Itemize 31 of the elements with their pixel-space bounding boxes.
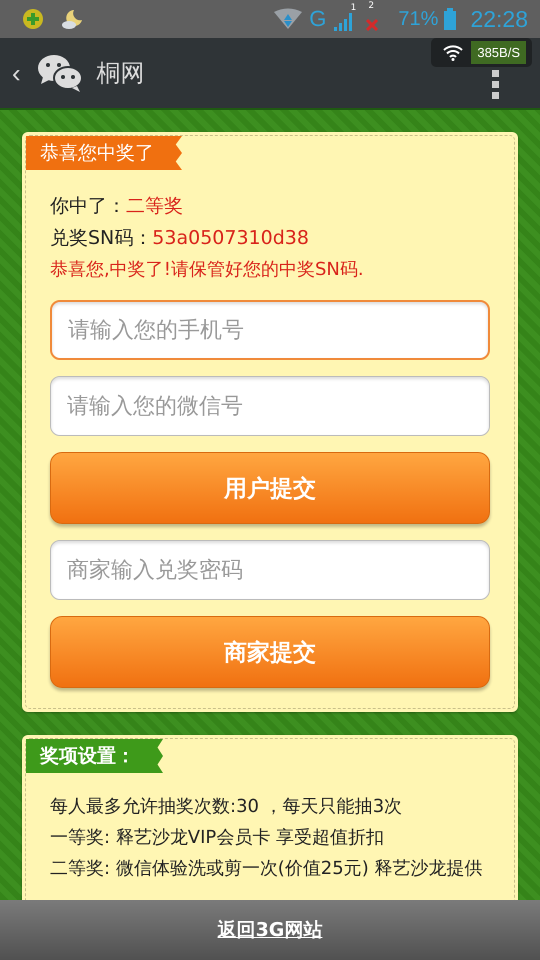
network-speed: 385B/S [471,41,526,64]
data-transfer-icon [273,8,304,30]
chat-bubbles-icon [36,53,83,93]
clock: 22:28 [470,6,528,32]
plus-icon [22,8,44,30]
info-value: 53a0507310d38 [152,227,309,249]
info-value: 二等奖 [126,195,183,217]
more-menu-icon[interactable] [492,70,500,100]
card-header: 恭喜您中奖了 [26,136,182,170]
prize-rule-text: 二等奖: 微信体验洗或剪一次(价值25元) 释艺沙龙提供 [50,857,484,881]
input-field[interactable]: 请输入您的手机号 [50,300,490,360]
prize-rule-text: 一等奖: 释艺沙龙VIP会员卡 享受超值折扣 [50,826,385,850]
network-type: G [309,6,326,32]
moon-cloud-icon [60,8,84,30]
chat-title: 桐网 [96,58,145,89]
notice-text: 恭喜您,中奖了!请保管好您的中奖SN码. [50,258,365,282]
signal-icon [332,11,354,31]
battery-icon [444,8,456,30]
card-header: 奖项设置： [26,739,163,773]
input-field[interactable]: 商家输入兑奖密码 [50,540,490,600]
wifi-icon [443,44,464,60]
sim-label: 1 [350,3,356,13]
info-label: 你中了： [50,195,126,217]
no-signal-icon [366,19,378,31]
sim-label: 2 [368,1,374,11]
battery-level: 71% [398,8,438,30]
back-button[interactable]: ‹ [8,58,25,88]
back-to-site-link[interactable]: 返回3G网站 [218,917,322,943]
info-label: 兑奖SN码： [50,227,152,249]
prize-rule-text: 每人最多允许抽奖次数:30 ，每天只能抽3次 [50,795,404,819]
input-field[interactable]: 请输入您的微信号 [50,376,490,436]
